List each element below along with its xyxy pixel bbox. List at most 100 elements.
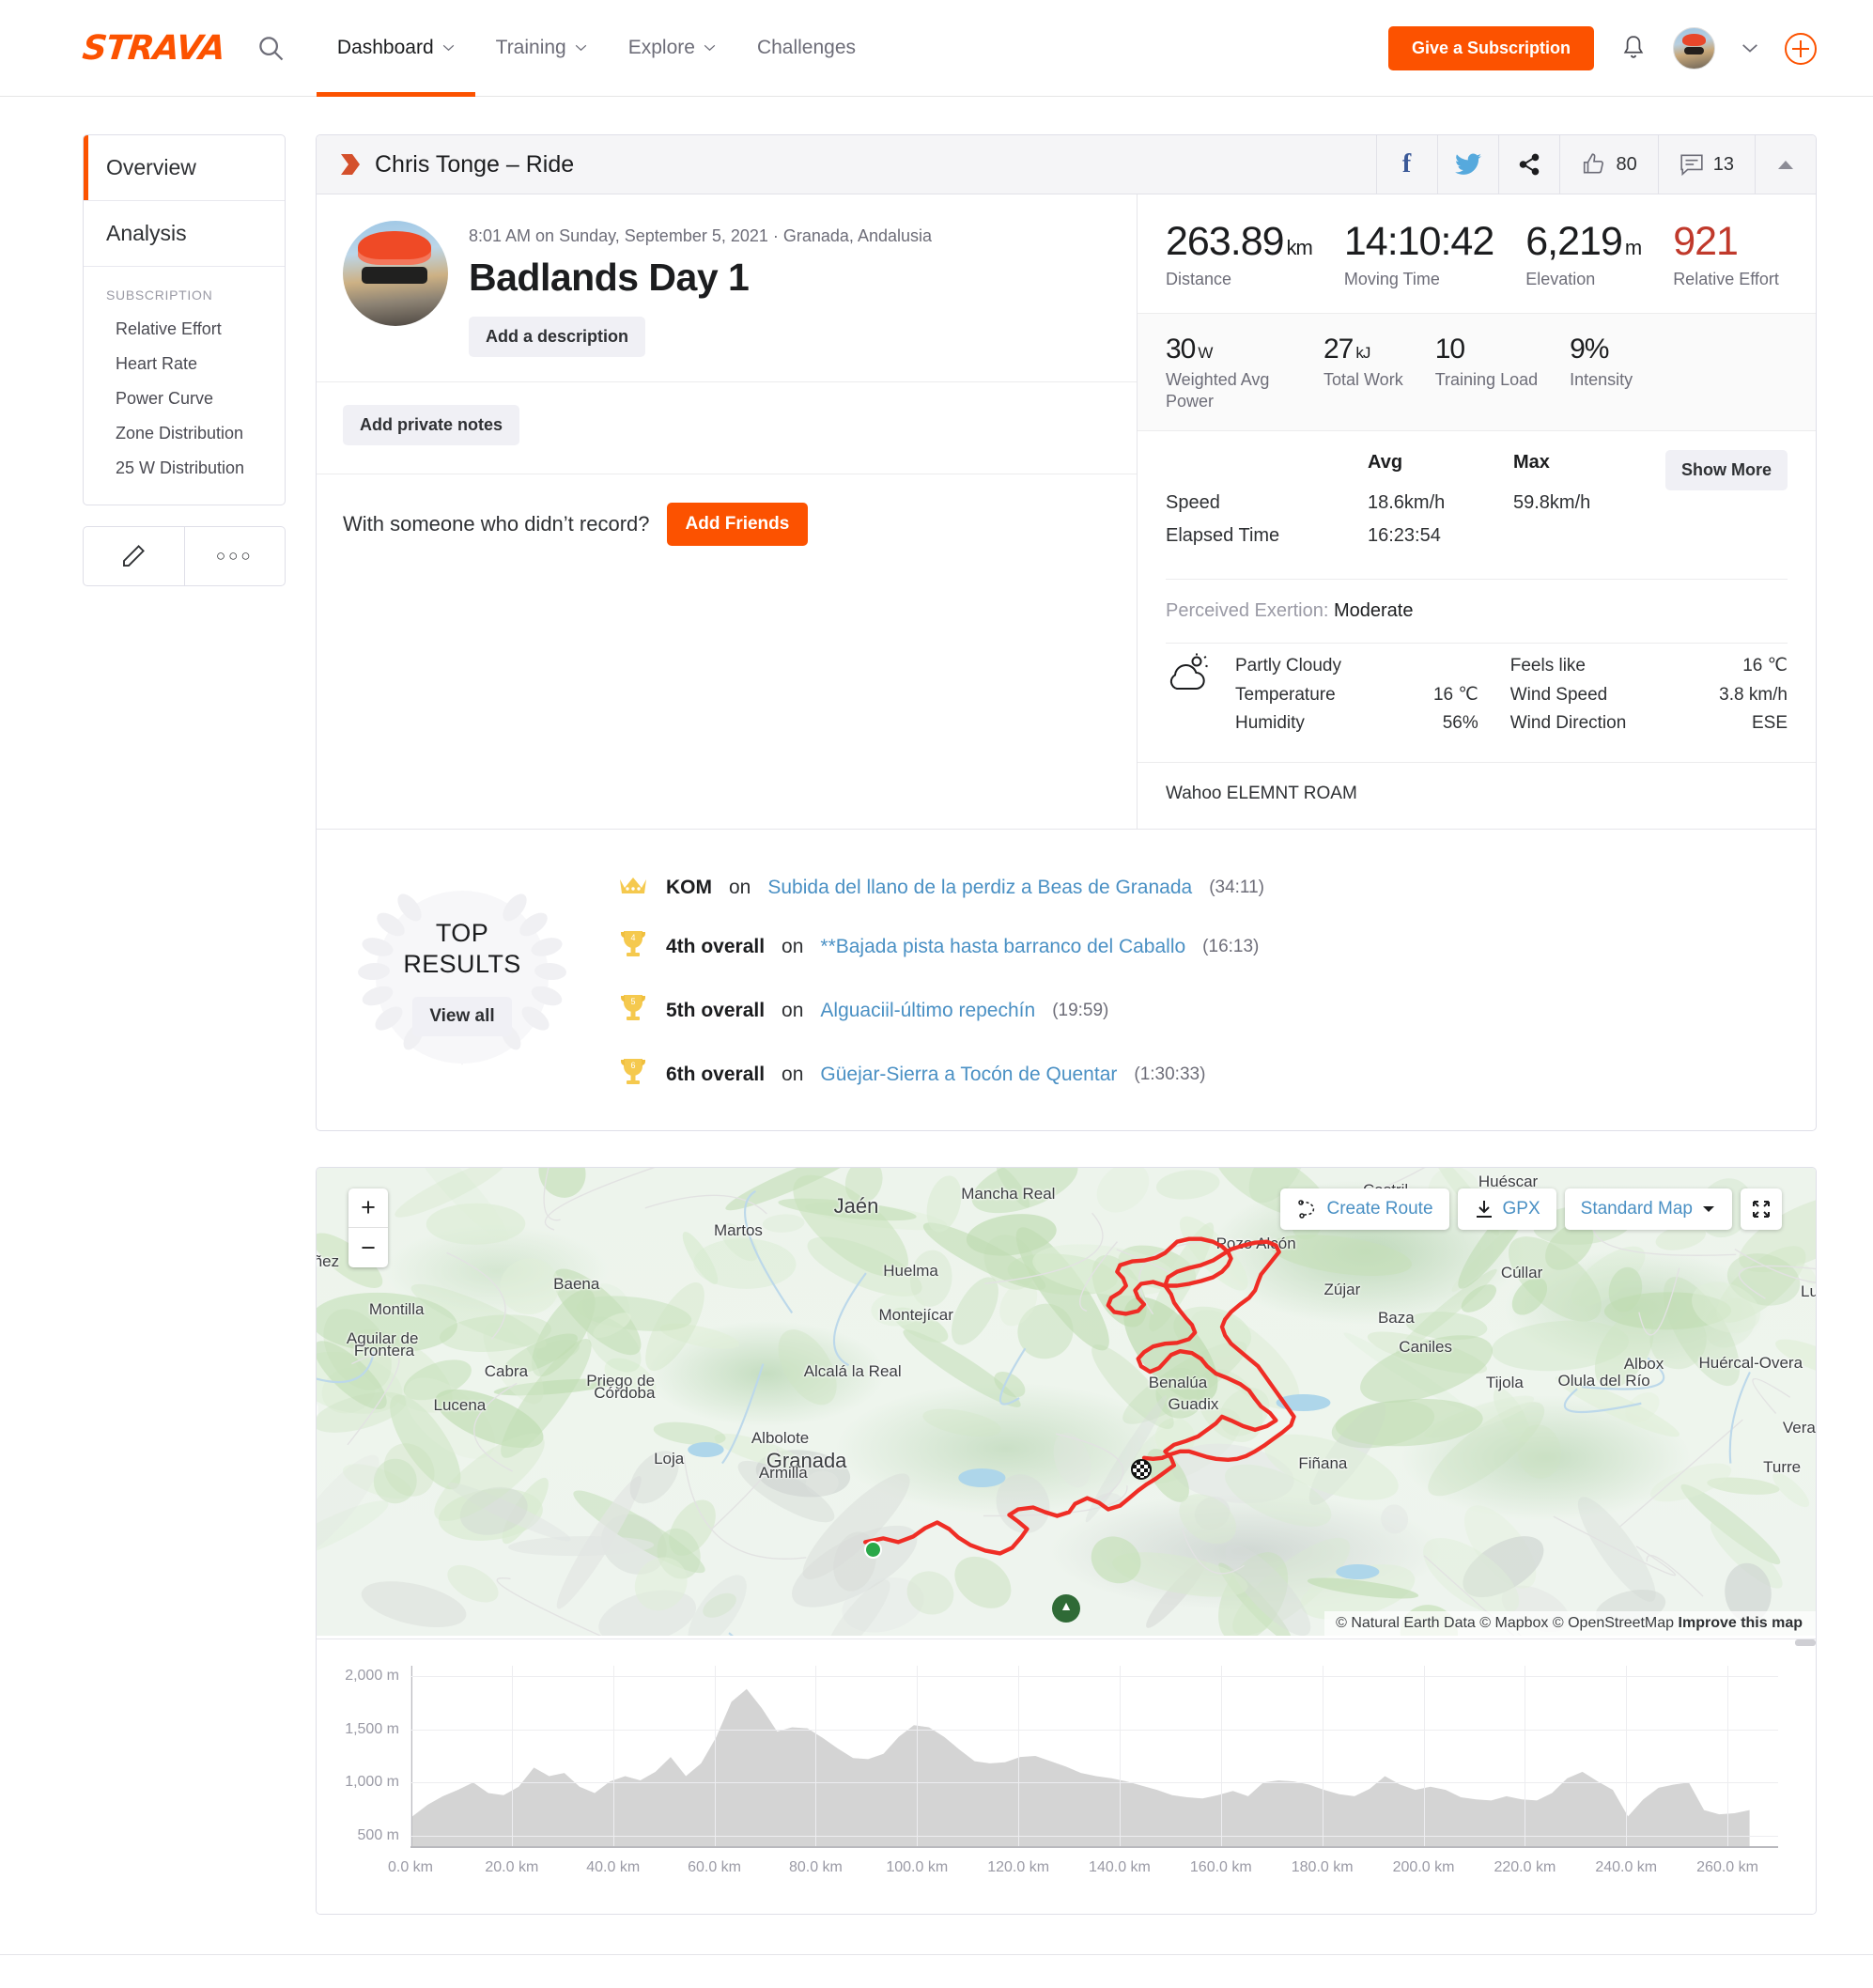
map-style-select[interactable]: Standard Map [1564,1188,1732,1231]
x-axis-tick-label: 40.0 km [586,1859,641,1876]
map-location-pin[interactable] [1052,1594,1080,1623]
activity-title: Badlands Day 1 [469,256,750,299]
bell-icon[interactable] [1620,34,1647,64]
primary-stats-row: 263.89 km Distance 14:10:42 Moving Time 6… [1138,194,1816,313]
share-icon [1519,153,1539,176]
grid-line-vertical [1018,1666,1020,1847]
add-friends-button[interactable]: Add Friends [666,503,809,546]
trophy-icon: 6 [617,1057,649,1093]
plus-circle-icon[interactable] [1785,32,1817,65]
grid-line [410,1729,1778,1731]
main-nav-items: Dashboard Training Explore Challenges [316,0,876,97]
more-options-button[interactable]: ○○○ [183,527,286,585]
grid-line-vertical [815,1666,817,1847]
stat-value: 921 [1673,219,1739,264]
give-subscription-button[interactable]: Give a Subscription [1387,26,1594,70]
zoom-out-button[interactable]: − [348,1228,388,1267]
svg-text:5: 5 [630,997,635,1006]
edit-button[interactable] [84,527,184,585]
search-icon[interactable] [256,34,285,62]
stat-value: 14:10:42 [1343,219,1494,264]
grid-line-vertical [1119,1666,1121,1847]
chevron-down-icon [442,44,454,52]
gpx-download-button[interactable]: GPX [1457,1188,1556,1231]
facebook-icon: f [1401,149,1412,179]
pencil-icon [123,545,146,567]
sidebar-item-analysis[interactable]: Analysis [84,201,285,267]
nav-item-dashboard[interactable]: Dashboard [316,0,475,97]
sidebar-item-power-curve[interactable]: Power Curve [84,381,285,416]
nav-item-label: Explore [627,37,695,58]
page-body: Overview Analysis SUBSCRIPTION Relative … [0,97,1873,1132]
facebook-share-button[interactable]: f [1375,135,1437,194]
activity-map[interactable]: JaénMancha RealCastrilHuéscarMartosPozo … [317,1168,1816,1637]
sidebar-item-zone-distribution[interactable]: Zone Distribution [84,416,285,451]
stat-label: Elevation [1525,270,1596,289]
grid-line-vertical [1626,1666,1628,1847]
stat-value: 30 [1166,333,1196,365]
table-row: Elapsed Time 16:23:54 [1166,520,1788,552]
grid-line-vertical [917,1666,919,1847]
comments-button[interactable]: 13 [1657,135,1755,194]
sidebar-item-overview[interactable]: Overview [84,135,285,201]
nav-item-training[interactable]: Training [475,0,608,97]
strava-logo[interactable]: STRAVA [81,29,226,68]
ellipsis-icon: ○○○ [215,547,254,565]
add-description-button[interactable]: Add a description [469,317,646,357]
avg-max-table-block: Show More Avg Max Speed 18.6km/h 59.8km/… [1138,431,1816,567]
map-resize-handle[interactable] [1795,1639,1816,1647]
stat-unit: kJ [1355,343,1370,362]
grid-line [410,1835,1778,1837]
activity-datetime-location: 8:01 AM on Sunday, September 5, 2021 · G… [469,226,932,245]
table-row: Humidity 56% Wind Direction ESE [1235,709,1788,738]
nav-item-explore[interactable]: Explore [608,0,736,97]
thumbs-up-icon [1583,153,1603,174]
top-results-heading-line2: RESULTS [403,950,521,979]
nav-item-challenges[interactable]: Challenges [736,0,876,97]
user-avatar[interactable] [1673,27,1715,70]
create-route-button[interactable]: Create Route [1279,1188,1449,1231]
result-segment-link[interactable]: **Bajada pista hasta barranco del Caball… [820,936,1185,958]
activity-left-column: 8:01 AM on Sunday, September 5, 2021 · G… [317,194,1138,830]
weather-left-value: 16 ℃ [1432,685,1478,706]
table-row: Partly Cloudy Feels like 16 ℃ [1235,651,1788,680]
stat-label: Total Work [1323,370,1403,390]
weather-right-value: 3.8 km/h [1719,684,1788,705]
activity-card: Chris Tonge – Ride f 80 13 8:01 AM on Su… [316,134,1817,1132]
stat-total-work: 27 kJ Total Work [1323,334,1435,412]
trophy-icon: 5 [617,993,649,1029]
twitter-share-button[interactable] [1436,135,1498,194]
activity-header-actions: f 80 13 [1375,135,1817,194]
stat-value: 10 [1434,333,1465,365]
table-row: Temperature 16 ℃ Wind Speed 3.8 km/h [1235,680,1788,709]
athlete-avatar[interactable] [343,221,448,326]
grid-line-vertical [714,1666,716,1847]
nav-right-group: Give a Subscription [1387,0,1817,97]
top-results-heading-line1: TOP [435,919,489,948]
view-all-results-button[interactable]: View all [412,997,512,1037]
fullscreen-button[interactable] [1741,1188,1782,1231]
result-segment-link[interactable]: Güejar-Sierra a Tocón de Quentar [820,1064,1117,1086]
result-segment-link[interactable]: Alguaciil-último repechín [820,1000,1035,1022]
sidebar-item-heart-rate[interactable]: Heart Rate [84,347,285,381]
sidebar-item-relative-effort[interactable]: Relative Effort [84,312,285,347]
x-axis-tick-label: 260.0 km [1696,1859,1758,1876]
stat-intensity: 9% Intensity [1570,334,1664,412]
show-more-button[interactable]: Show More [1664,450,1788,491]
sidebar-item-25w-distribution[interactable]: 25 W Distribution [84,451,285,486]
collapse-button[interactable] [1755,135,1816,194]
stat-distance: 263.89 km Distance [1166,220,1344,290]
chevron-down-icon [704,44,716,52]
result-segment-link[interactable]: Subida del llano de la perdiz a Beas de … [767,877,1192,899]
kudos-button[interactable]: 80 [1558,135,1658,194]
kudos-count: 80 [1616,153,1637,175]
finish-marker [1130,1458,1152,1480]
chevron-down-icon[interactable] [1741,43,1758,54]
improve-map-link[interactable]: Improve this map [1679,1615,1803,1631]
sidebar-action-bar: ○○○ [83,526,286,586]
add-private-notes-button[interactable]: Add private notes [343,405,520,445]
stat-value: 9% [1570,333,1609,365]
grid-line-vertical [1220,1666,1222,1847]
share-button[interactable] [1497,135,1559,194]
zoom-in-button[interactable]: + [348,1188,388,1229]
